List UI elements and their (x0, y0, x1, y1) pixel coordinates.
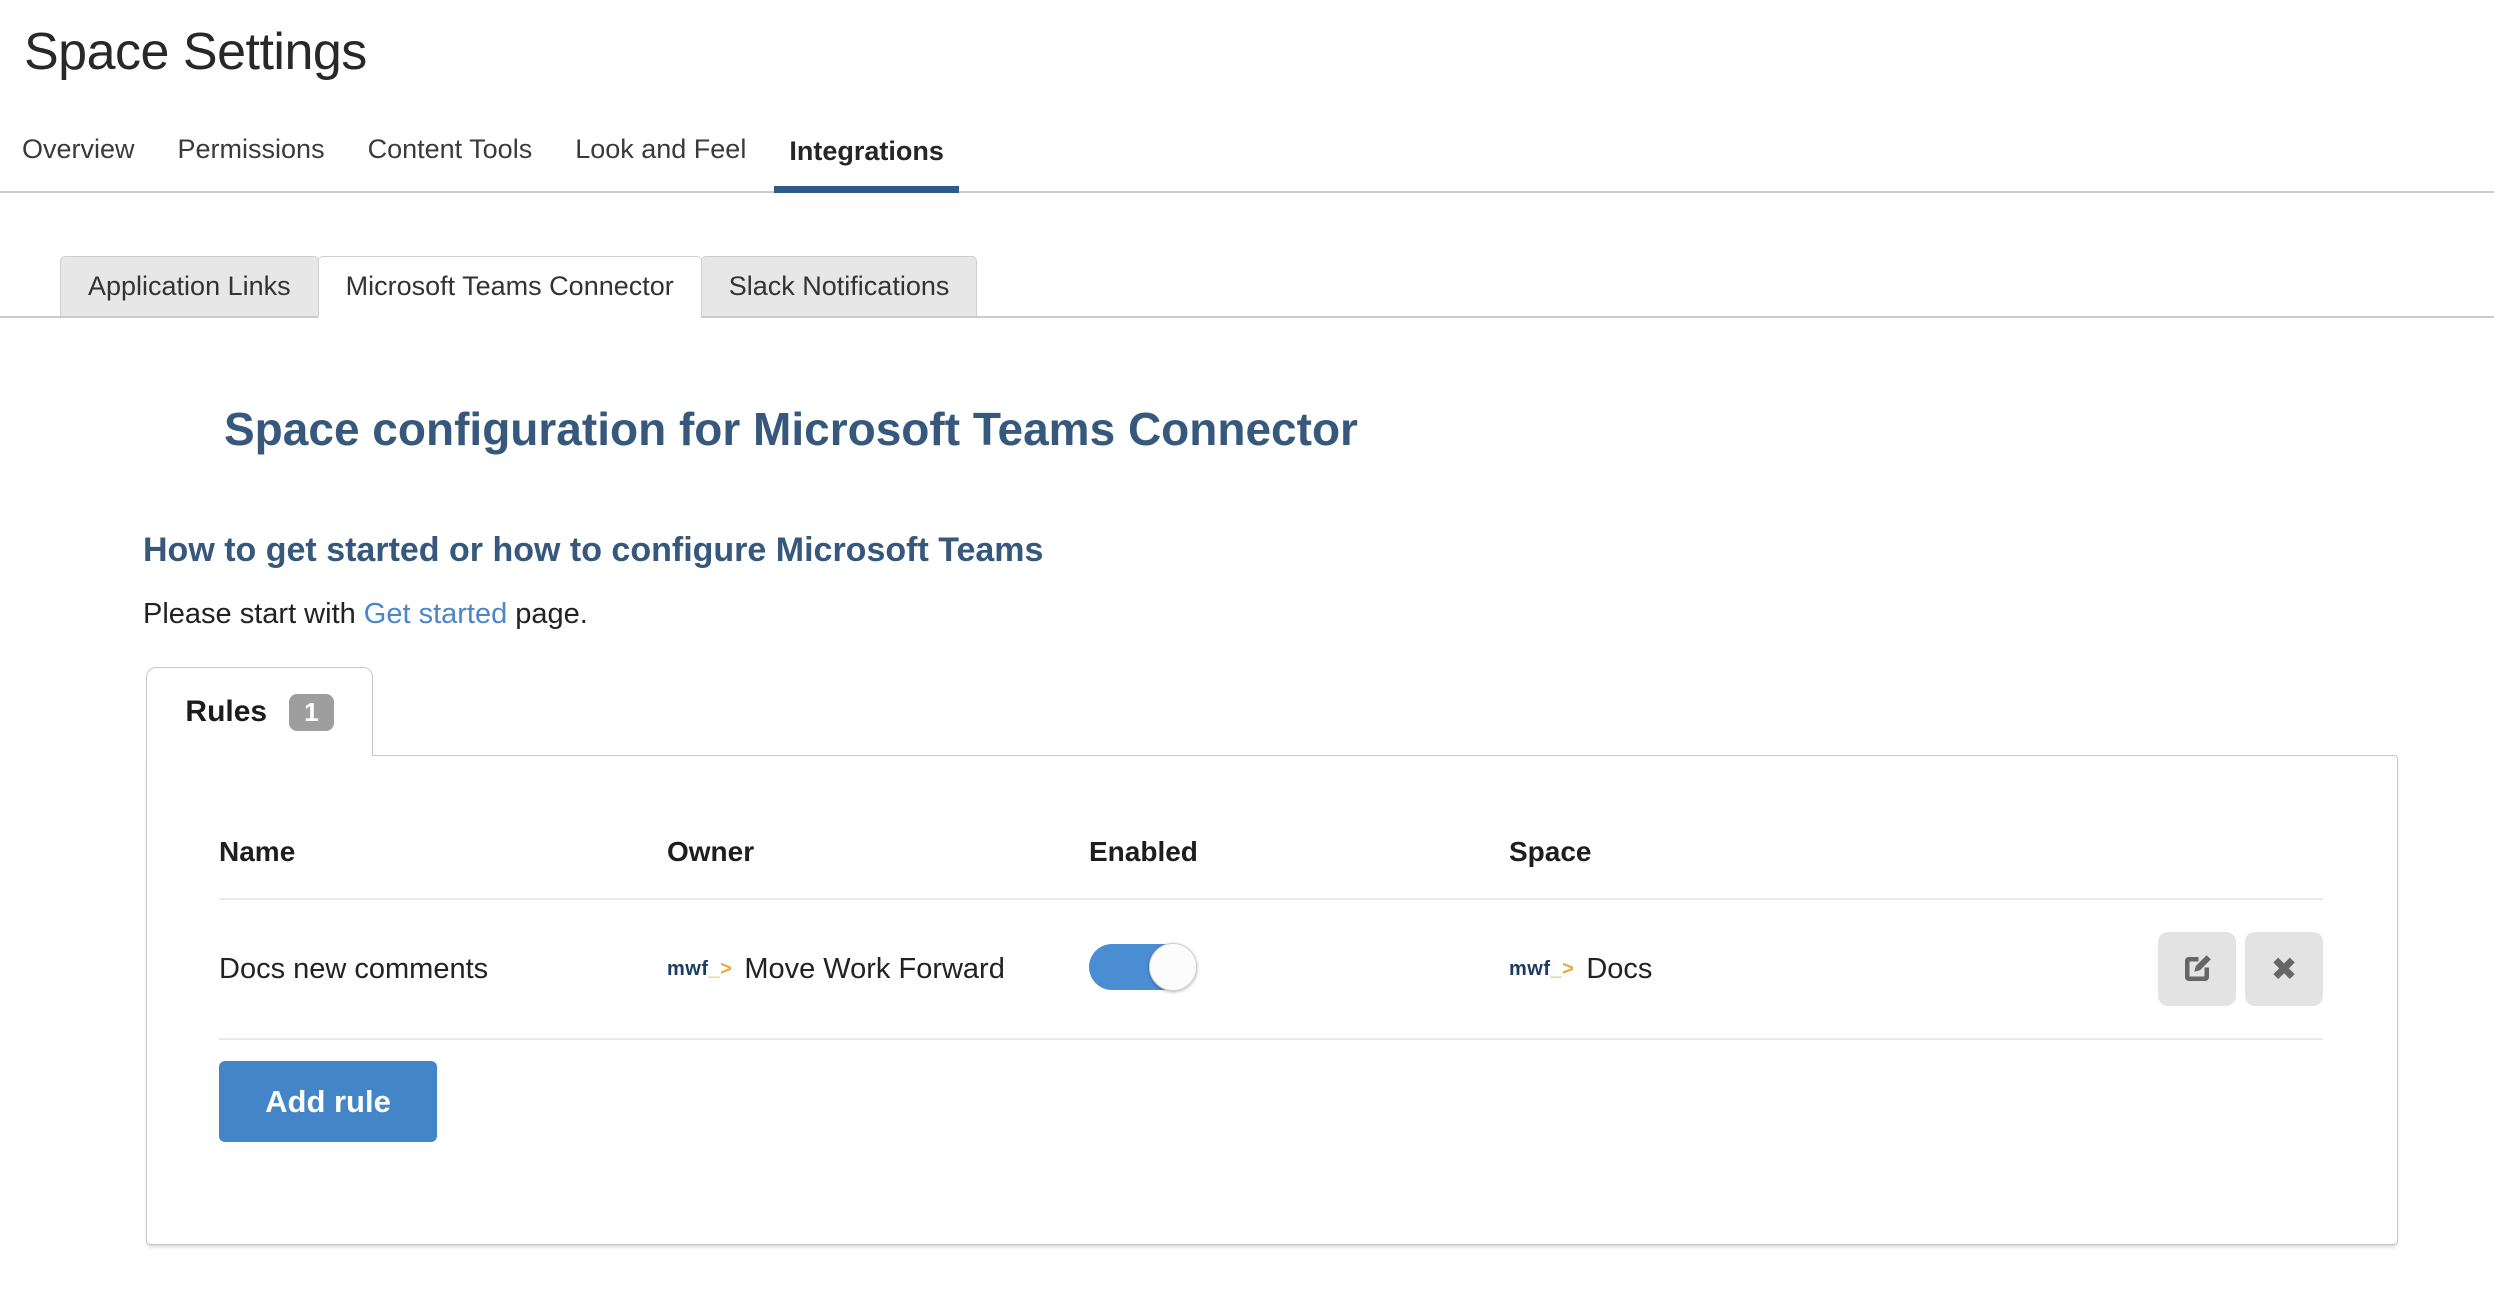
tab-overview[interactable]: Overview (7, 134, 150, 191)
rule-row: Docs new comments mwf_> Move Work Forwar… (219, 900, 2323, 1040)
howto-heading: How to get started or how to configure M… (143, 531, 1043, 570)
rule-space: Docs (1586, 953, 1652, 986)
tab-slack-notifications[interactable]: Slack Notifications (701, 256, 978, 318)
tab-permissions[interactable]: Permissions (163, 134, 340, 191)
mwf-logo: mwf_> (1509, 958, 1574, 981)
intro-prefix: Please start with (143, 598, 356, 630)
main-tabs-bar: Overview Permissions Content Tools Look … (0, 134, 2494, 193)
header-space: Space (1509, 836, 2153, 868)
rules-count-badge: 1 (289, 694, 333, 731)
close-icon: ✖ (2271, 950, 2298, 988)
tab-integrations[interactable]: Integrations (774, 136, 959, 193)
get-started-link[interactable]: Get started (364, 598, 507, 630)
add-rule-button[interactable]: Add rule (219, 1061, 437, 1142)
config-heading: Space configuration for Microsoft Teams … (224, 402, 1358, 456)
rules-tab-label: Rules (185, 695, 267, 729)
enabled-toggle[interactable] (1089, 944, 1195, 990)
rules-table-header: Name Owner Enabled Space (219, 836, 2323, 900)
tab-microsoft-teams-connector[interactable]: Microsoft Teams Connector (318, 256, 702, 318)
header-owner: Owner (667, 836, 1089, 868)
integration-tabs-bar: Application Links Microsoft Teams Connec… (0, 256, 2494, 318)
header-enabled: Enabled (1089, 836, 1509, 868)
toggle-knob (1149, 943, 1197, 991)
page-title: Space Settings (24, 22, 367, 82)
rule-owner: Move Work Forward (744, 953, 1005, 986)
tab-rules[interactable]: Rules 1 (146, 667, 373, 756)
delete-rule-button[interactable]: ✖ (2245, 932, 2323, 1006)
rule-name: Docs new comments (219, 953, 488, 985)
intro-suffix: page. (515, 598, 588, 630)
header-name: Name (219, 836, 667, 868)
intro-text: Please start withGet startedpage. (143, 598, 588, 631)
rules-section: Rules 1 Name Owner Enabled Space Docs ne… (146, 667, 2398, 1245)
mwf-logo: mwf_> (667, 958, 732, 981)
tab-look-and-feel[interactable]: Look and Feel (560, 134, 761, 191)
edit-rule-button[interactable] (2158, 932, 2236, 1006)
rules-panel: Name Owner Enabled Space Docs new commen… (146, 755, 2398, 1245)
tab-content-tools[interactable]: Content Tools (353, 134, 548, 191)
tab-application-links[interactable]: Application Links (60, 256, 319, 318)
edit-icon (2179, 951, 2215, 987)
